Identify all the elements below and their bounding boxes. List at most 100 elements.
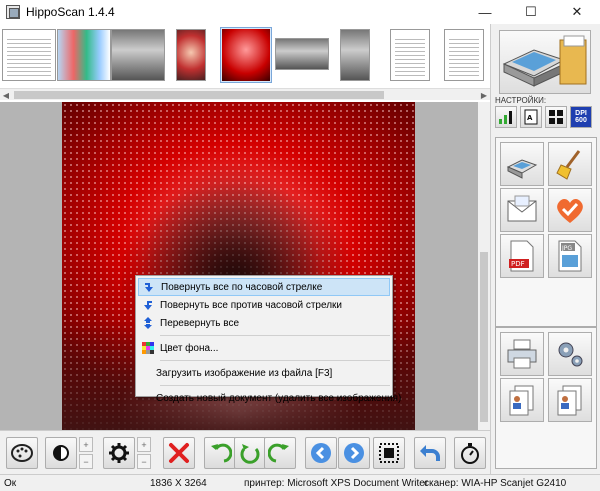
dpi-label: DPI (575, 110, 587, 117)
minimize-button[interactable]: — (462, 0, 508, 24)
actions-group: PDF JPG (495, 137, 597, 327)
close-button[interactable]: ✕ (554, 0, 600, 24)
save-pdf-button[interactable]: PDF (500, 234, 544, 278)
palette-button[interactable] (6, 437, 38, 469)
scanner-icon (506, 159, 538, 179)
horizontal-scrollbar[interactable]: ◀ ▶ (0, 88, 490, 100)
heart-check-icon (557, 199, 583, 223)
thumbnail-selected[interactable] (220, 27, 272, 83)
timer-button[interactable] (454, 437, 486, 469)
arrow-left-icon (311, 443, 331, 463)
rotate-right-button[interactable] (264, 437, 296, 469)
color-grid-icon (142, 342, 154, 354)
settings-paper-size-button[interactable]: A (520, 106, 542, 128)
settings-dpi-button[interactable]: DPI 600 (570, 106, 592, 128)
grid-icon (549, 110, 563, 124)
clean-button[interactable] (548, 142, 592, 186)
context-menu: Повернуть все по часовой стрелке Поверну… (135, 275, 401, 404)
delete-x-icon (169, 443, 189, 463)
pdf-file-icon: PDF (509, 240, 534, 272)
thumbnail[interactable] (57, 29, 111, 81)
scroll-right-icon[interactable]: ▶ (478, 89, 490, 101)
thumbnail[interactable] (111, 29, 165, 81)
contrast-plus-button[interactable]: + (137, 437, 151, 452)
scrollbar-thumb[interactable] (14, 91, 384, 99)
rotate-right-icon (268, 443, 289, 463)
stopwatch-icon (461, 443, 479, 464)
flip-icon (142, 317, 154, 329)
settings-quality-button[interactable] (495, 106, 517, 128)
thumbnail[interactable] (2, 29, 56, 81)
thumbnail[interactable] (444, 29, 484, 81)
documents-user-icon (557, 385, 582, 416)
status-bar: Ок 1836 X 3264 принтер: Microsoft XPS Do… (0, 474, 600, 491)
quality-bars-icon (499, 111, 512, 124)
scan-button[interactable] (500, 142, 544, 186)
share-documents-button[interactable] (548, 378, 592, 422)
rotate-left-icon (211, 443, 232, 463)
settings-grid-button[interactable] (545, 106, 567, 128)
scrollbar-thumb[interactable] (480, 252, 488, 422)
svg-text:JPG: JPG (561, 245, 572, 252)
status-dimensions: 1836 X 3264 (150, 478, 207, 489)
envelope-icon (507, 195, 537, 222)
output-group (495, 327, 597, 469)
undo-arrow-icon (420, 445, 440, 461)
copy-documents-button[interactable] (500, 378, 544, 422)
contrast-minus-button[interactable]: − (137, 454, 151, 469)
app-icon (6, 5, 20, 19)
brightness-icon (53, 445, 69, 461)
menu-background-color[interactable]: Цвет фона... (138, 339, 390, 357)
crop-frame-icon (379, 443, 399, 463)
vertical-scrollbar[interactable] (478, 102, 490, 430)
thumbnail[interactable] (390, 29, 430, 81)
menu-rotate-ccw[interactable]: Повернуть все против часовой стрелки (138, 296, 390, 314)
jpg-file-icon: JPG (558, 240, 582, 272)
rotate-full-icon (240, 444, 260, 464)
right-panel: НАСТРОЙКИ: A DPI 600 PDF JPG (490, 24, 600, 474)
menu-load-image[interactable]: Загрузить изображение из файла [F3] (138, 364, 390, 382)
documents-user-icon (509, 385, 534, 416)
window-title: HippoScan 1.4.4 (26, 5, 115, 19)
svg-text:A: A (527, 114, 533, 122)
email-button[interactable] (500, 188, 544, 232)
brightness-minus-button[interactable]: − (79, 454, 93, 469)
svg-text:PDF: PDF (511, 260, 525, 268)
crop-button[interactable] (373, 437, 405, 469)
thumbnail[interactable] (340, 29, 370, 81)
scan-to-folder-button[interactable] (499, 30, 591, 94)
dpi-value: 600 (575, 117, 587, 124)
paper-size-icon: A (524, 109, 538, 125)
window-controls: — ☐ ✕ (462, 0, 600, 24)
menu-flip-all[interactable]: Перевернуть все (138, 314, 390, 332)
undo-button[interactable] (414, 437, 446, 469)
thumbnail[interactable] (275, 38, 329, 70)
delete-button[interactable] (163, 437, 195, 469)
rotate-ccw-icon (142, 299, 154, 311)
gears-icon (558, 342, 583, 367)
brightness-button[interactable] (45, 437, 77, 469)
brightness-plus-button[interactable]: + (79, 437, 93, 452)
favorite-button[interactable] (548, 188, 592, 232)
next-button[interactable] (338, 437, 370, 469)
print-button[interactable] (500, 332, 544, 376)
rotate-180-button[interactable] (234, 437, 266, 469)
menu-new-document[interactable]: Создать новый документ (удалить все изоб… (138, 389, 401, 407)
menu-rotate-cw[interactable]: Повернуть все по часовой стрелке (138, 278, 390, 296)
settings-row: A DPI 600 (495, 106, 595, 130)
rotate-left-button[interactable] (204, 437, 236, 469)
save-jpg-button[interactable]: JPG (548, 234, 592, 278)
previous-button[interactable] (305, 437, 337, 469)
title-bar: HippoScan 1.4.4 — ☐ ✕ (0, 0, 600, 24)
gear-contrast-icon (109, 443, 129, 463)
scroll-left-icon[interactable]: ◀ (0, 89, 12, 101)
maximize-button[interactable]: ☐ (508, 0, 554, 24)
settings-button[interactable] (548, 332, 592, 376)
contrast-button[interactable] (103, 437, 135, 469)
status-scanner: сканер: WIA-HP Scanjet G2410 (424, 478, 567, 489)
status-printer: принтер: Microsoft XPS Document Writer (244, 478, 429, 489)
thumbnail-strip (0, 24, 490, 90)
broom-icon (556, 150, 581, 180)
thumbnail[interactable] (176, 29, 206, 81)
bottom-toolbar: + − + − (0, 430, 490, 474)
